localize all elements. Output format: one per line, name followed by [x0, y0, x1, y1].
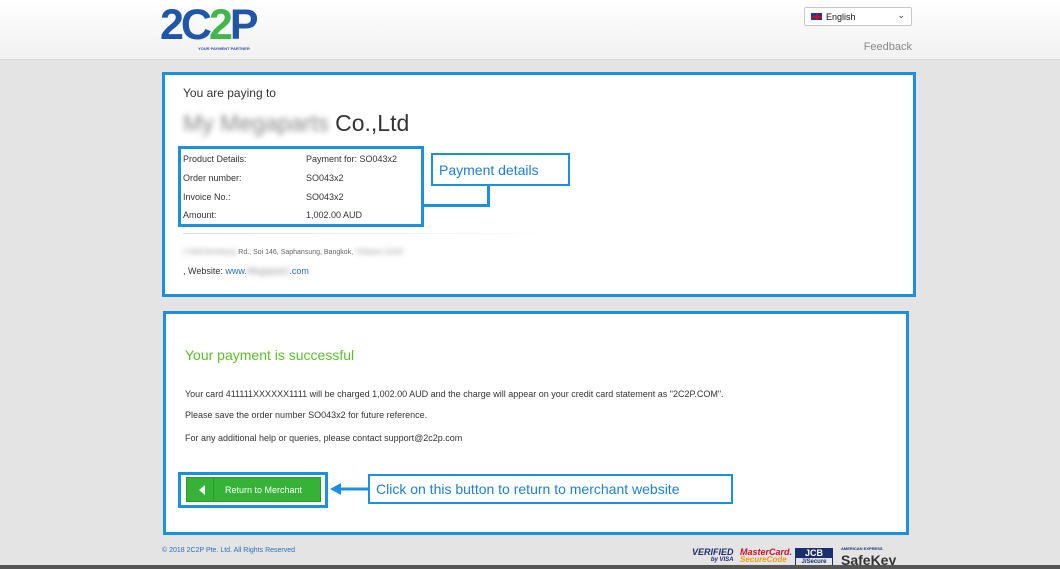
language-select[interactable]: English ⌄: [804, 7, 912, 26]
uk-flag-icon: [811, 13, 822, 20]
paying-to-label: You are paying to: [183, 86, 276, 100]
charge-message: Your card 411111XXXXXX1111 will be charg…: [185, 389, 724, 399]
save-order-message: Please save the order number SO043x2 for…: [185, 410, 428, 420]
detail-value-invoice: SO043x2: [306, 192, 344, 202]
merchant-website: , Website: www.Megaparts.com: [183, 266, 309, 276]
merchant-name-redacted: My Megaparts: [183, 110, 329, 136]
divider: [183, 233, 563, 234]
merchant-name-suffix: Co.,Ltd: [335, 110, 410, 136]
success-title: Your payment is successful: [185, 347, 355, 363]
logo-tagline: YOUR PAYMENT PARTNER: [198, 46, 250, 51]
detail-label-order: Order number:: [183, 173, 242, 183]
language-selected-label: English: [826, 12, 856, 22]
detail-label-invoice: Invoice No.:: [183, 192, 231, 202]
support-message: For any additional help or queries, plea…: [185, 433, 463, 443]
arrow-left-icon: [199, 485, 205, 495]
payment-details-annotation: Payment details: [431, 153, 570, 186]
return-button-annotation: Click on this button to return to mercha…: [368, 474, 733, 504]
mastercard-securecode-badge: MasterCard. SecureCode: [740, 547, 793, 564]
connector-horizontal: [424, 204, 490, 207]
chevron-down-icon: ⌄: [897, 10, 905, 20]
annotation-arrow-icon: [330, 483, 370, 495]
merchant-address: 2 Ratchamhaeng Rd., Soi 146, Saphansung,…: [183, 249, 404, 256]
logo-wordmark: 2C2P: [160, 1, 259, 49]
detail-value-product: Payment for: SO043x2: [306, 154, 398, 164]
feedback-link[interactable]: Feedback: [864, 41, 912, 53]
bottom-edge: [0, 565, 1060, 569]
button-separator: [213, 478, 214, 501]
detail-label-amount: Amount:: [183, 210, 217, 220]
connector-vertical: [487, 185, 490, 206]
merchant-website-link[interactable]: www.Megaparts.com: [225, 266, 309, 276]
copyright: © 2018 2C2P Pte. Ltd. All Rights Reserve…: [162, 547, 296, 554]
merchant-name: My Megaparts Co.,Ltd: [183, 110, 409, 137]
return-to-merchant-button[interactable]: Return to Merchant: [186, 477, 321, 502]
detail-label-product: Product Details:: [183, 154, 247, 164]
detail-value-amount: 1,002.00 AUD: [306, 210, 363, 220]
detail-value-order: SO043x2: [306, 173, 344, 183]
return-to-merchant-label: Return to Merchant: [225, 485, 303, 495]
2c2p-logo[interactable]: 2C2P YOUR PAYMENT PARTNER: [160, 1, 292, 51]
verified-by-visa-badge: VERIFIED by VISA: [692, 547, 734, 564]
